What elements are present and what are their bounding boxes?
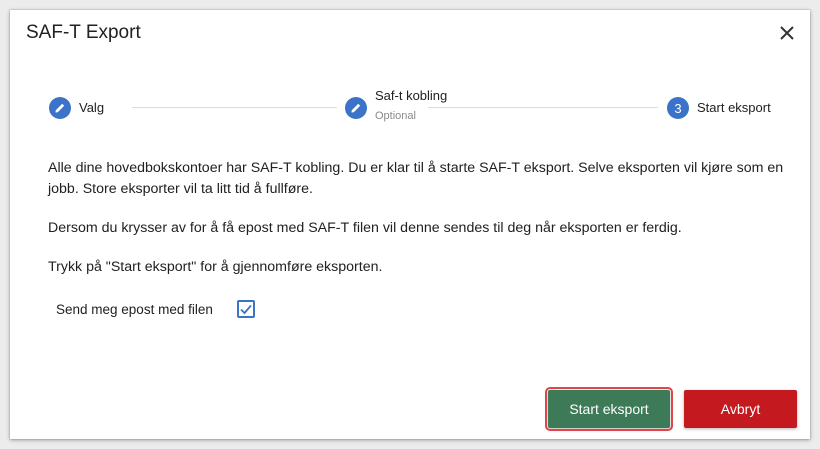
email-info-paragraph: Dersom du krysser av for å få epost med …: [48, 220, 682, 236]
stepper-connector: [132, 107, 337, 108]
dialog-title: SAF-T Export: [26, 22, 141, 43]
saft-export-dialog: SAF-T Export Valg Saf-t kobling Optional…: [10, 10, 810, 439]
close-icon[interactable]: [776, 22, 798, 44]
email-checkbox[interactable]: [236, 300, 255, 318]
instruction-paragraph: Trykk på "Start eksport" for å gjennomfø…: [48, 259, 383, 275]
step-label: Saf-t kobling: [375, 88, 448, 103]
step-saft-kobling[interactable]: Saf-t kobling Optional: [345, 87, 447, 123]
pencil-icon: [345, 97, 367, 119]
step-valg[interactable]: Valg: [49, 97, 104, 119]
step-label: Valg: [79, 100, 105, 115]
step-sublabel: Optional: [375, 110, 416, 122]
info-paragraph: Alle dine hovedbokskontoer har SAF-T kob…: [48, 160, 784, 197]
checkmark-icon: [240, 304, 252, 315]
pencil-icon: [49, 97, 71, 119]
cancel-button[interactable]: Avbryt: [684, 390, 797, 428]
email-option-label: Send meg epost med filen: [56, 301, 213, 317]
step-number: 3: [667, 97, 689, 119]
email-option-row: Send meg epost med filen: [56, 300, 255, 318]
step-label: Start eksport: [697, 100, 771, 115]
start-export-button[interactable]: Start eksport: [545, 387, 673, 431]
step-start-eksport[interactable]: 3 Start eksport: [667, 97, 771, 119]
stepper-connector: [428, 107, 658, 108]
step-labels: Saf-t kobling Optional: [375, 87, 447, 123]
